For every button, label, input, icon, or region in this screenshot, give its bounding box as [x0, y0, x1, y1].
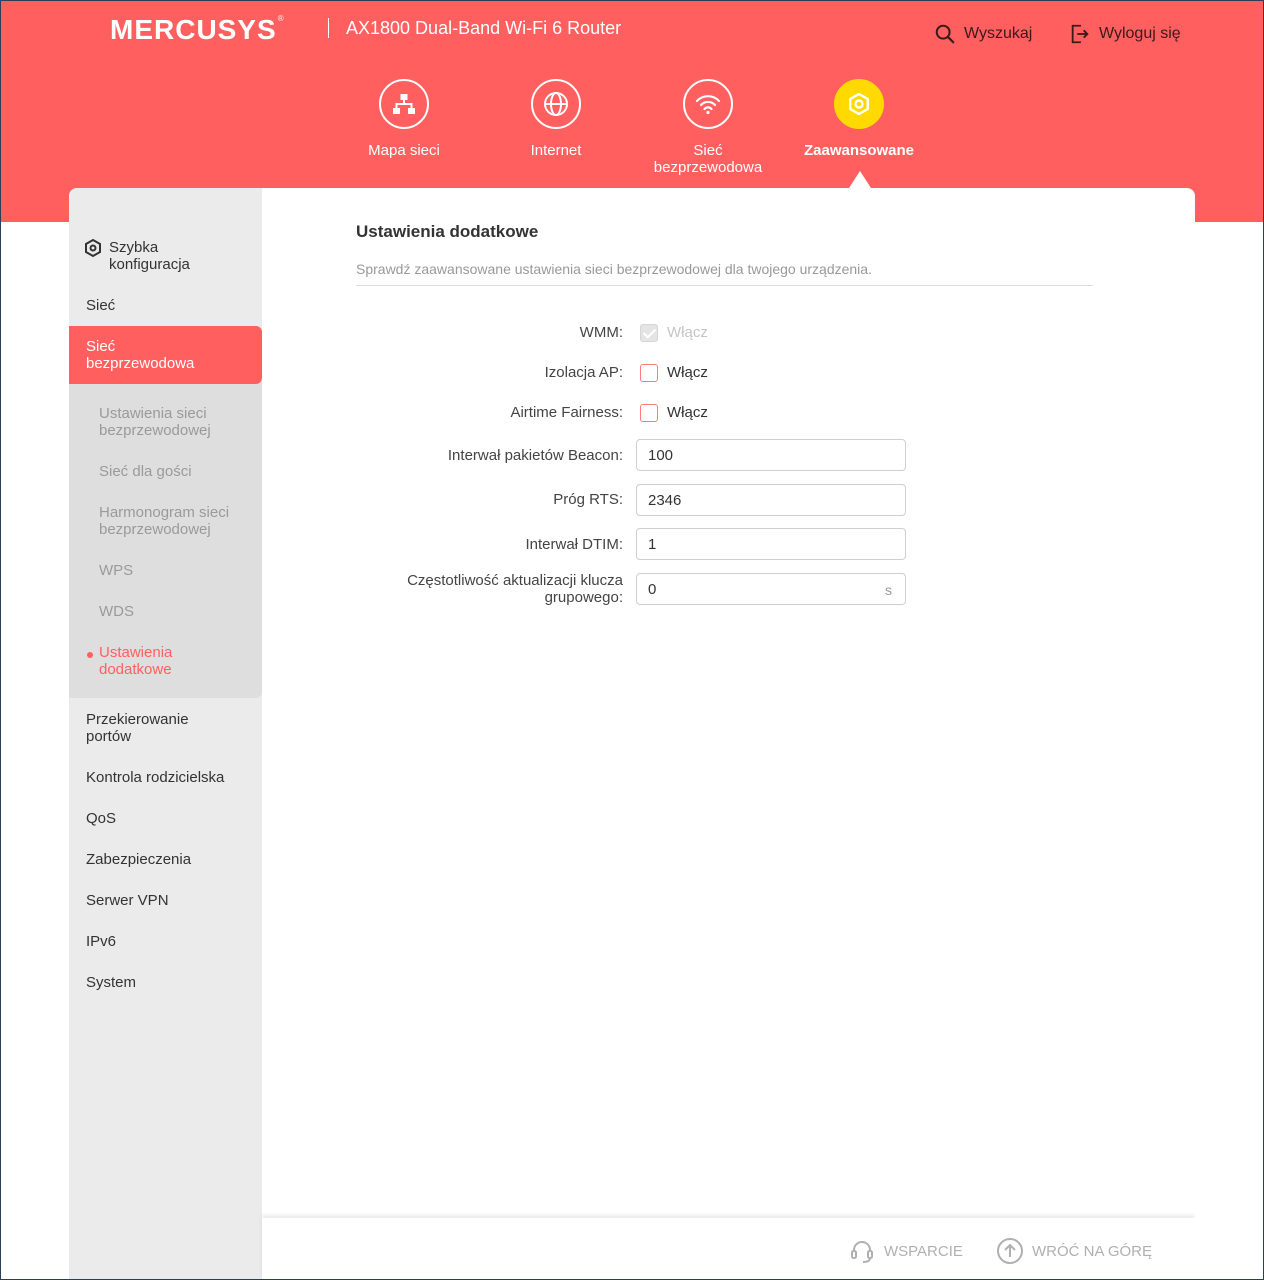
- airtime-option-label[interactable]: Włącz: [667, 404, 708, 422]
- sidebar-item-network[interactable]: Sieć: [69, 297, 262, 314]
- support-label: WSPARCIE: [884, 1242, 963, 1260]
- dtim-input[interactable]: [636, 528, 906, 560]
- support-link[interactable]: WSPARCIE: [848, 1237, 963, 1265]
- arrow-up-icon: [997, 1238, 1023, 1264]
- logout-label: Wyloguj się: [1099, 25, 1181, 42]
- nav-network-map[interactable]: Mapa sieci: [339, 79, 469, 159]
- page-description: Sprawdź zaawansowane ustawienia sieci be…: [356, 261, 872, 277]
- nav-advanced[interactable]: Zaawansowane: [794, 79, 924, 159]
- sidebar-item-vpn[interactable]: Serwer VPN: [69, 892, 262, 909]
- sidebar-item-security[interactable]: Zabezpieczenia: [69, 851, 262, 868]
- sidebar-item-parental[interactable]: Kontrola rodzicielska: [69, 769, 262, 786]
- model-name: AX1800 Dual-Band Wi-Fi 6 Router: [346, 18, 622, 38]
- sidebar-item-label: Sieć bezprzewodowa: [86, 338, 195, 372]
- dtim-label: Interwał DTIM:: [525, 536, 623, 553]
- headset-icon: [851, 1241, 873, 1263]
- airtime-label: Airtime Fairness:: [510, 404, 623, 421]
- sidebar-subitem-guest[interactable]: Sieć dla gości: [99, 463, 259, 480]
- sidebar-subitem-schedule[interactable]: Harmonogram sieci bezprzewodowej: [99, 504, 249, 538]
- sidebar-subitem-wireless-settings[interactable]: Ustawienia sieci bezprzewodowej: [99, 405, 249, 439]
- airtime-row: Airtime Fairness: Włącz: [356, 404, 1093, 438]
- sidebar-subitem-wps[interactable]: WPS: [99, 562, 259, 579]
- back-to-top-label: WRÓĆ NA GÓRĘ: [1032, 1242, 1153, 1260]
- beacon-label: Interwał pakietów Beacon:: [447, 447, 623, 464]
- logout-button[interactable]: Wyloguj się: [1069, 23, 1181, 45]
- beacon-input[interactable]: [636, 439, 906, 471]
- nav-label: Zaawansowane: [803, 142, 915, 159]
- logout-icon: [1071, 24, 1089, 44]
- nav-active-pointer: [849, 171, 871, 188]
- back-to-top-link[interactable]: WRÓĆ NA GÓRĘ: [996, 1237, 1152, 1265]
- current-indicator-dot: [87, 652, 93, 658]
- nav-label: Internet: [530, 142, 582, 159]
- dtim-row: Interwał DTIM:: [356, 528, 1093, 562]
- network-map-icon: [393, 94, 415, 114]
- sidebar-subitem-advanced[interactable]: Ustawienia dodatkowe: [99, 644, 199, 678]
- brand-name: MERCUSYS: [110, 14, 277, 45]
- ap-isolation-row: Izolacja AP: Włącz: [356, 364, 1093, 398]
- brand-logo: MERCUSYS®: [110, 14, 285, 46]
- globe-icon: [544, 92, 568, 116]
- ap-isolation-option-label[interactable]: Włącz: [667, 364, 708, 382]
- nav-label: Sieć bezprzewodowa: [653, 142, 763, 176]
- rts-input[interactable]: [636, 484, 906, 516]
- title-divider: [356, 285, 1093, 286]
- sidebar-item-system[interactable]: System: [69, 974, 262, 991]
- gear-icon: [849, 92, 869, 116]
- footer: WSPARCIE WRÓĆ NA GÓRĘ: [262, 1218, 1195, 1280]
- sidebar-item-port-forwarding[interactable]: Przekierowanie portów: [69, 711, 209, 745]
- brand-mark: ®: [277, 14, 285, 23]
- group-key-row: Częstotliwość aktualizacji klucza grupow…: [356, 572, 1093, 607]
- nav-wireless[interactable]: Sieć bezprzewodowa: [643, 79, 773, 176]
- group-key-input[interactable]: [636, 573, 906, 605]
- sidebar-subitem-wds[interactable]: WDS: [99, 603, 259, 620]
- nav-label: Mapa sieci: [368, 142, 440, 159]
- header-separator: [328, 18, 329, 38]
- ap-isolation-label: Izolacja AP:: [544, 364, 623, 381]
- wmm-label: WMM:: [579, 324, 623, 341]
- page-title: Ustawienia dodatkowe: [356, 222, 539, 241]
- sidebar-item-quick-setup[interactable]: Szybka konfiguracja: [69, 238, 262, 273]
- nav-internet[interactable]: Internet: [491, 79, 621, 159]
- sidebar-item-qos[interactable]: QoS: [69, 810, 262, 827]
- rts-row: Próg RTS:: [356, 484, 1093, 518]
- wmm-option-label: Włącz: [667, 324, 708, 341]
- gear-icon: [85, 238, 101, 258]
- beacon-row: Interwał pakietów Beacon:: [356, 439, 1093, 473]
- sidebar-item-wireless[interactable]: Sieć bezprzewodowa: [69, 326, 262, 384]
- sidebar-item-label: Szybka konfiguracja: [109, 239, 190, 273]
- sidebar: Szybka konfiguracja Sieć Sieć bezprzewod…: [69, 188, 262, 1280]
- group-key-label: Częstotliwość aktualizacji klucza grupow…: [407, 572, 623, 606]
- sidebar-item-ipv6[interactable]: IPv6: [69, 933, 262, 950]
- ap-isolation-checkbox[interactable]: [640, 364, 658, 382]
- airtime-checkbox[interactable]: [640, 404, 658, 422]
- content-card: Szybka konfiguracja Sieć Sieć bezprzewod…: [69, 188, 1195, 1280]
- wifi-icon: [695, 95, 721, 115]
- search-button[interactable]: Wyszukaj: [934, 23, 1032, 45]
- search-label: Wyszukaj: [964, 25, 1033, 42]
- wmm-row: WMM: Włącz: [356, 324, 1093, 358]
- wmm-checkbox[interactable]: [640, 324, 658, 342]
- group-key-unit: s: [885, 582, 892, 598]
- search-icon: [935, 24, 955, 44]
- rts-label: Próg RTS:: [553, 491, 623, 508]
